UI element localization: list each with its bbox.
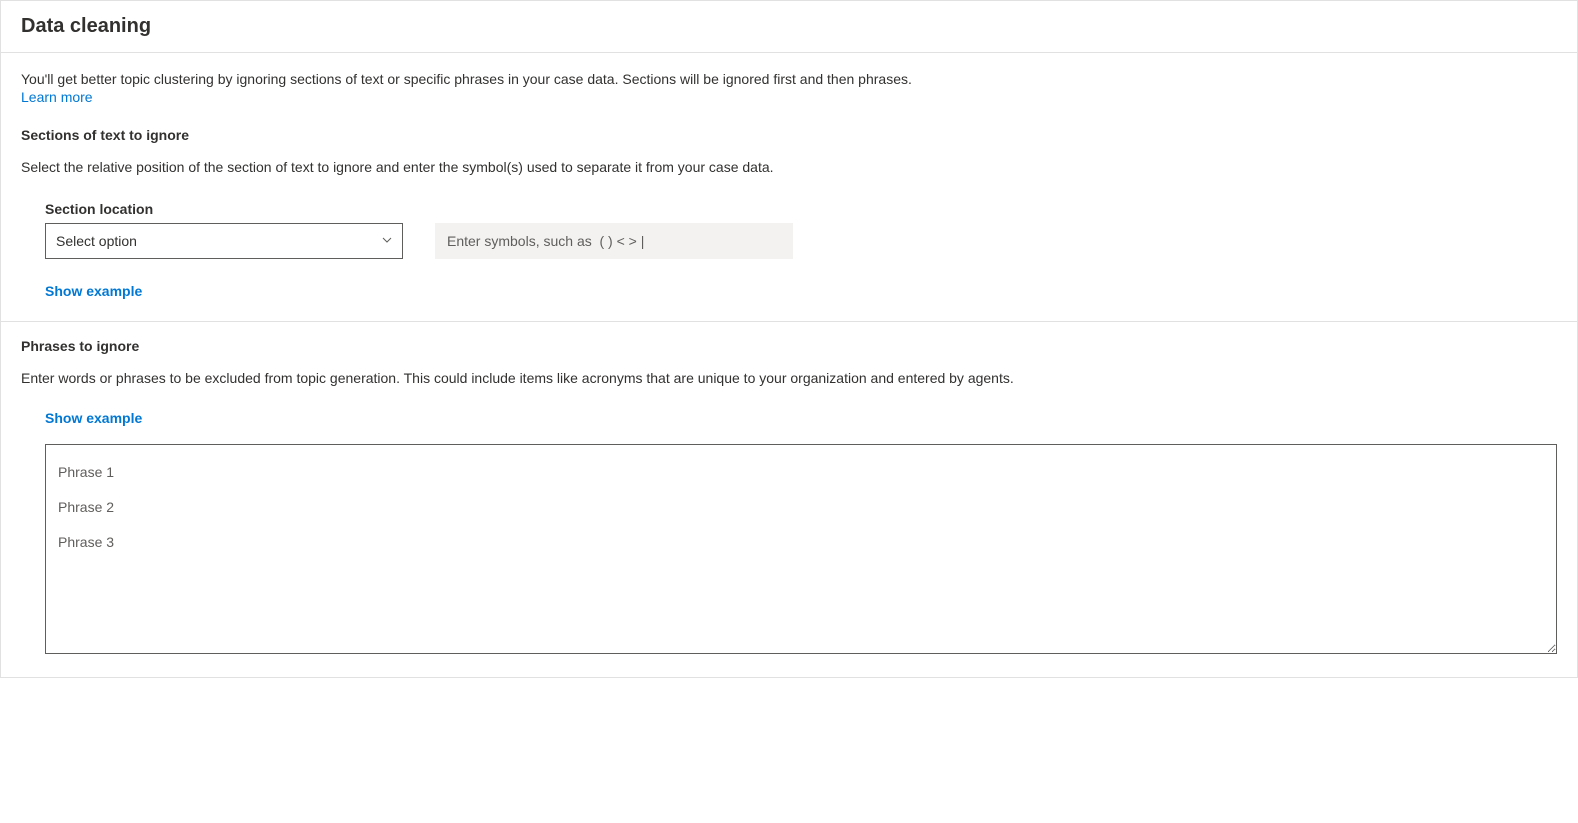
section-location-select[interactable]: Select option <box>45 223 403 259</box>
phrases-heading: Phrases to ignore <box>21 338 1557 354</box>
phrases-section: Phrases to ignore Enter words or phrases… <box>21 338 1557 657</box>
section-location-label: Section location <box>45 201 403 217</box>
sections-description: Select the relative position of the sect… <box>21 157 1557 177</box>
panel-body: You'll get better topic clustering by ig… <box>1 53 1577 677</box>
symbols-input[interactable] <box>435 223 793 259</box>
section-divider <box>1 321 1577 322</box>
intro-text: You'll get better topic clustering by ig… <box>21 69 1557 89</box>
phrases-description: Enter words or phrases to be excluded fr… <box>21 368 1221 388</box>
data-cleaning-panel: Data cleaning You'll get better topic cl… <box>0 0 1578 678</box>
page-title: Data cleaning <box>21 15 1557 38</box>
section-controls-row: Section location Select option <box>45 201 1557 259</box>
symbols-field <box>435 223 793 259</box>
show-example-sections-link[interactable]: Show example <box>45 283 142 299</box>
panel-header: Data cleaning <box>1 1 1577 53</box>
section-location-select-wrapper: Select option <box>45 223 403 259</box>
phrases-textarea[interactable] <box>45 444 1557 654</box>
section-location-field: Section location Select option <box>45 201 403 259</box>
learn-more-link[interactable]: Learn more <box>21 89 93 105</box>
show-example-phrases-link[interactable]: Show example <box>45 410 142 426</box>
sections-heading: Sections of text to ignore <box>21 127 1557 143</box>
